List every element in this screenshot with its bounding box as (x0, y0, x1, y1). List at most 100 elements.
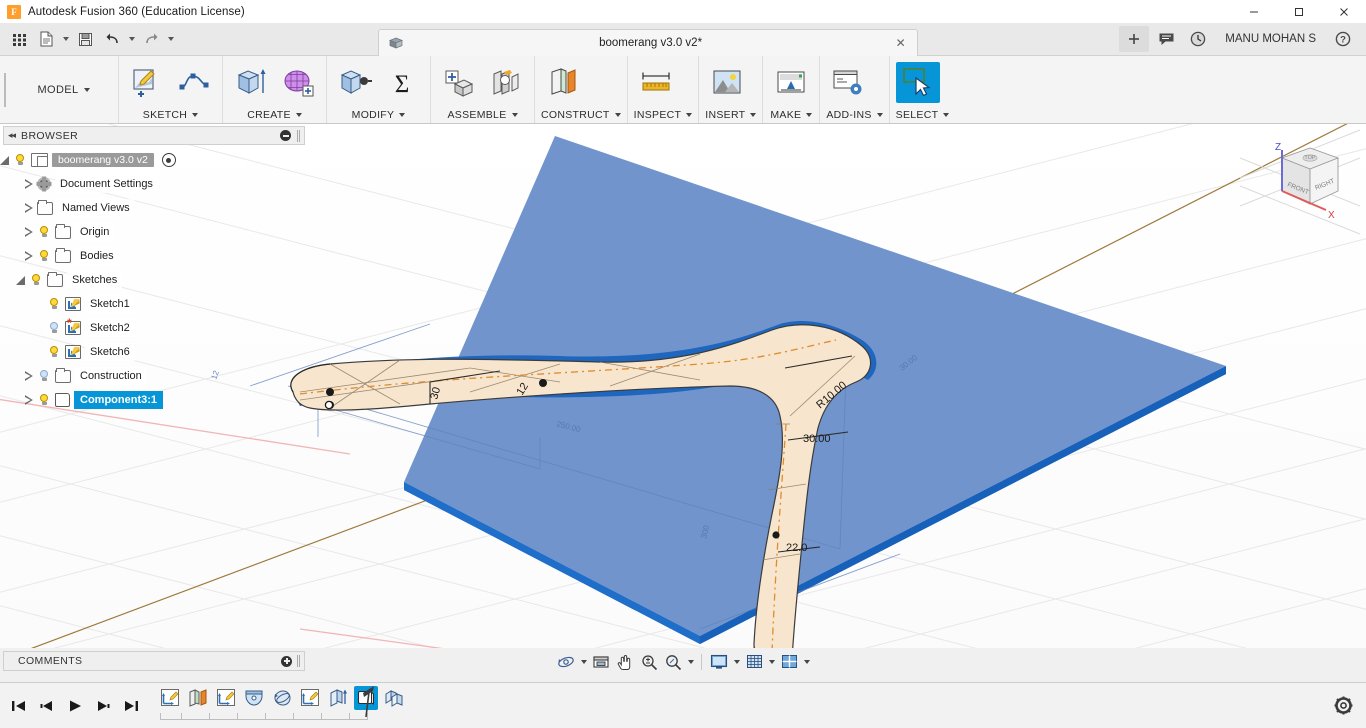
twisty-closed-icon[interactable] (25, 227, 33, 237)
grid-snaps-icon[interactable] (743, 651, 765, 673)
help-icon[interactable]: ? (1328, 26, 1358, 52)
press-pull-icon[interactable] (333, 62, 377, 103)
browser-item-bodies[interactable]: Bodies (3, 244, 305, 268)
insert-image-icon[interactable] (705, 62, 749, 103)
document-tab-close-icon[interactable]: ✕ (893, 36, 909, 50)
browser-item-sketch2[interactable]: Sketch2 (3, 316, 305, 340)
display-settings-caret-icon[interactable] (732, 651, 741, 673)
browser-item-construction[interactable]: Construction (3, 364, 305, 388)
timeline-extrude-icon[interactable] (326, 686, 350, 710)
zoom-icon[interactable] (638, 651, 660, 673)
chevron-down-icon[interactable] (750, 112, 757, 117)
light-bulb-icon[interactable] (37, 225, 51, 239)
redo-icon[interactable] (138, 26, 164, 52)
chevron-down-icon[interactable] (876, 112, 883, 117)
light-bulb-icon[interactable] (13, 153, 27, 167)
viewports-caret-icon[interactable] (802, 651, 811, 673)
timeline-sketch-icon[interactable] (298, 686, 322, 710)
save-icon[interactable] (72, 26, 98, 52)
timeline-plane-icon[interactable] (186, 686, 210, 710)
undo-caret-icon[interactable] (126, 26, 137, 52)
browser-item-sketch6[interactable]: Sketch6 (3, 340, 305, 364)
offset-plane-icon[interactable] (541, 62, 585, 103)
twisty-closed-icon[interactable] (25, 251, 33, 261)
chevron-down-icon[interactable] (943, 112, 950, 117)
view-cube[interactable]: TOP FRONT RIGHT Z X (1240, 128, 1360, 238)
gear-icon[interactable] (1330, 693, 1356, 719)
joint-icon[interactable] (484, 62, 528, 103)
light-bulb-icon[interactable] (37, 249, 51, 263)
chevron-down-icon[interactable] (295, 112, 302, 117)
fit-icon[interactable] (662, 651, 684, 673)
timeline-revolve-icon[interactable] (270, 686, 294, 710)
browser-item-sketch1[interactable]: Sketch1 (3, 292, 305, 316)
chevron-down-icon[interactable] (399, 112, 406, 117)
timeline-loft-icon[interactable] (242, 686, 266, 710)
minus-circle-icon[interactable] (280, 130, 291, 141)
step-forward-icon[interactable] (92, 693, 114, 719)
close-button[interactable] (1321, 0, 1366, 23)
twisty-closed-icon[interactable] (25, 203, 33, 213)
step-back-icon[interactable] (36, 693, 58, 719)
chevron-down-icon[interactable] (511, 112, 518, 117)
extrude-icon[interactable] (229, 62, 273, 103)
user-name-label[interactable]: MANU MOHAN S (1215, 33, 1326, 45)
sketch-spline-icon[interactable] (172, 62, 216, 103)
look-at-icon[interactable] (590, 651, 612, 673)
browser-item-named-views[interactable]: Named Views (3, 196, 305, 220)
chevron-down-icon[interactable] (614, 112, 621, 117)
target-icon[interactable] (161, 153, 176, 167)
play-icon[interactable] (64, 693, 86, 719)
browser-item-origin[interactable]: Origin (3, 220, 305, 244)
browser-item-sketches[interactable]: Sketches (3, 268, 305, 292)
fit-caret-icon[interactable] (686, 651, 695, 673)
workspace-selector[interactable]: MODEL (9, 56, 119, 123)
go-to-beginning-icon[interactable] (8, 693, 30, 719)
viewports-icon[interactable] (778, 651, 800, 673)
chevron-down-icon[interactable] (686, 112, 693, 117)
chevron-down-icon[interactable] (806, 112, 813, 117)
twisty-closed-icon[interactable] (25, 179, 33, 189)
orbit-icon[interactable] (555, 651, 577, 673)
browser-item-component3[interactable]: Component3:1 (3, 388, 305, 412)
file-menu-caret-icon[interactable] (60, 26, 71, 52)
light-bulb-icon[interactable] (37, 369, 51, 383)
3d-print-icon[interactable] (769, 62, 813, 103)
timeline-marker-icon[interactable] (358, 684, 374, 718)
maximize-button[interactable] (1276, 0, 1321, 23)
grid-snaps-caret-icon[interactable] (767, 651, 776, 673)
chevron-down-icon[interactable] (192, 112, 199, 117)
document-tab[interactable]: boomerang v3.0 v2* ✕ (377, 28, 918, 56)
comments-panel[interactable]: COMMENTS (3, 651, 305, 671)
pan-icon[interactable] (614, 651, 636, 673)
browser-item-document-settings[interactable]: Document Settings (3, 172, 305, 196)
light-bulb-icon[interactable] (47, 345, 61, 359)
timeline-sketch-icon[interactable] (158, 686, 182, 710)
display-settings-icon[interactable] (708, 651, 730, 673)
select-cursor-icon[interactable] (895, 62, 940, 103)
comments-resize-grip[interactable] (297, 655, 300, 667)
add-tab-button[interactable] (1119, 26, 1150, 52)
timeline-copypaste-icon[interactable] (382, 686, 406, 710)
plus-circle-icon[interactable] (281, 655, 292, 667)
measure-icon[interactable] (634, 62, 678, 103)
minimize-button[interactable] (1231, 0, 1276, 23)
create-sketch-icon[interactable] (125, 62, 169, 103)
speech-bubble-icon[interactable] (1151, 26, 1181, 52)
file-icon[interactable] (33, 26, 59, 52)
scripts-addins-icon[interactable] (826, 62, 870, 103)
twisty-closed-icon[interactable] (25, 395, 33, 405)
go-to-end-icon[interactable] (120, 693, 142, 719)
redo-caret-icon[interactable] (165, 26, 176, 52)
orbit-caret-icon[interactable] (579, 651, 588, 673)
browser-item-root[interactable]: boomerang v3.0 v2 (0, 148, 305, 172)
light-bulb-icon[interactable] (29, 273, 43, 287)
clock-icon[interactable] (1183, 26, 1213, 52)
undo-icon[interactable] (99, 26, 125, 52)
parameters-sigma-icon[interactable]: Σ (380, 62, 424, 103)
light-bulb-icon[interactable] (47, 321, 61, 335)
collapse-left-icon[interactable]: ◂◂ (8, 130, 16, 141)
grid-apps-icon[interactable] (6, 26, 32, 52)
browser-resize-grip[interactable] (297, 129, 300, 142)
create-form-icon[interactable] (276, 62, 320, 103)
